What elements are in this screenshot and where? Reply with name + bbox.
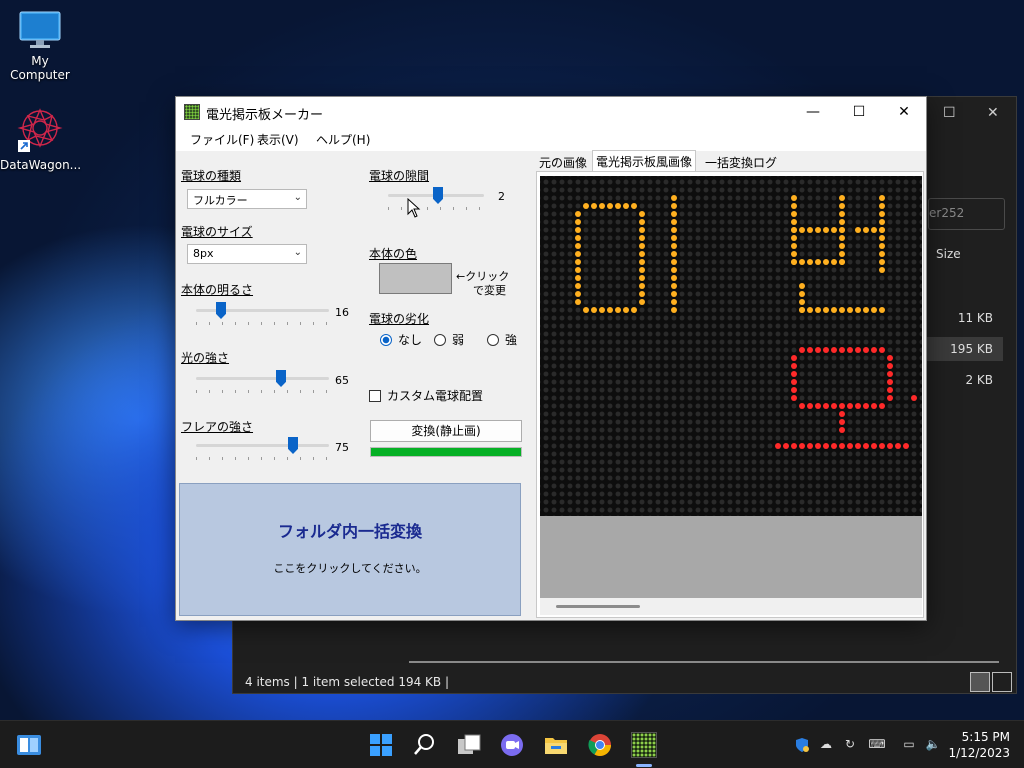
bulb-size-value: 8px bbox=[193, 247, 214, 260]
task-view-icon[interactable] bbox=[456, 732, 482, 758]
desktop-icon-label: My Computer bbox=[10, 54, 70, 82]
degrade-none-radio[interactable]: なし bbox=[380, 331, 422, 348]
brightness-value: 16 bbox=[335, 306, 349, 319]
minimize-button[interactable]: — bbox=[790, 97, 836, 127]
bulb-size-select[interactable]: 8px ⌄ bbox=[187, 244, 307, 264]
tab-led-image[interactable]: 電光掲示板風画像 bbox=[592, 150, 697, 172]
maximize-icon[interactable]: ☐ bbox=[943, 105, 956, 121]
chrome-icon[interactable] bbox=[587, 732, 613, 758]
chat-icon[interactable] bbox=[499, 732, 525, 758]
light-strength-label: 光の強さ bbox=[181, 351, 230, 365]
bulb-size-label: 電球のサイズ bbox=[181, 225, 253, 239]
security-shield-icon[interactable] bbox=[793, 737, 811, 753]
menu-help[interactable]: ヘルプ(H) bbox=[316, 131, 370, 148]
search-icon[interactable] bbox=[412, 732, 438, 758]
led-sign-maker-window[interactable]: 電光掲示板メーカー — ☐ ✕ ファイル(F) 表示(V) ヘルプ(H) 電球の… bbox=[175, 96, 927, 621]
app-icon bbox=[184, 104, 200, 120]
menu-view[interactable]: 表示(V) bbox=[257, 131, 299, 148]
tab-batch-log[interactable]: 一括変換ログ bbox=[702, 152, 780, 172]
light-strength-value: 65 bbox=[335, 374, 349, 387]
degrade-weak-radio[interactable]: 弱 bbox=[434, 331, 464, 348]
radio-selected-icon bbox=[380, 334, 392, 346]
batch-convert-hint: ここをクリックしてください。 bbox=[273, 562, 427, 575]
desktop-icon-datawagon[interactable]: DataWagon... bbox=[0, 106, 82, 172]
monitor-icon bbox=[19, 11, 61, 48]
file-explorer-icon[interactable] bbox=[543, 732, 569, 758]
active-app-indicator bbox=[636, 764, 652, 767]
onedrive-icon[interactable]: ☁ bbox=[817, 737, 835, 753]
start-icon[interactable] bbox=[368, 732, 394, 758]
body-color-swatch[interactable] bbox=[379, 263, 452, 294]
maximize-button[interactable]: ☐ bbox=[836, 97, 882, 127]
keyboard-icon[interactable]: ⌨ bbox=[868, 737, 886, 753]
degradation-label: 電球の劣化 bbox=[369, 312, 430, 326]
led-text-glyphs bbox=[575, 195, 917, 449]
datawagon-logo-icon bbox=[17, 108, 63, 152]
column-header-size[interactable]: Size bbox=[936, 247, 961, 261]
brightness-slider[interactable] bbox=[196, 302, 329, 326]
bulb-type-select[interactable]: フルカラー ⌄ bbox=[187, 189, 307, 209]
led-preview-image bbox=[540, 176, 922, 516]
bulb-gap-value: 2 bbox=[498, 190, 505, 203]
bulb-type-value: フルカラー bbox=[193, 194, 248, 207]
network-icon[interactable]: ▭ bbox=[900, 737, 918, 753]
details-view-icon[interactable] bbox=[970, 672, 990, 692]
mouse-cursor-icon bbox=[407, 198, 421, 218]
bulb-gap-label: 電球の隙間 bbox=[369, 169, 430, 183]
preview-horizontal-scrollbar[interactable] bbox=[540, 598, 922, 615]
chevron-down-icon: ⌄ bbox=[293, 247, 302, 258]
slider-thumb[interactable] bbox=[276, 370, 286, 387]
light-strength-slider[interactable] bbox=[196, 370, 329, 394]
close-button[interactable]: ✕ bbox=[881, 97, 927, 127]
horizontal-scrollbar[interactable] bbox=[409, 661, 999, 663]
batch-convert-panel[interactable]: フォルダ内一括変換 ここをクリックしてください。 bbox=[179, 483, 521, 616]
batch-convert-title: フォルダ内一括変換 bbox=[277, 522, 422, 541]
checkbox-icon bbox=[369, 390, 381, 402]
menu-bar: ファイル(F) 表示(V) ヘルプ(H) bbox=[176, 127, 926, 151]
slider-thumb[interactable] bbox=[433, 187, 443, 204]
progress-fill bbox=[371, 448, 521, 456]
chevron-down-icon: ⌄ bbox=[293, 192, 302, 203]
flare-strength-value: 75 bbox=[335, 441, 349, 454]
radio-icon bbox=[487, 334, 499, 346]
list-item[interactable]: 2 KB bbox=[925, 368, 1003, 392]
convert-still-button[interactable]: 変換(静止画) bbox=[370, 420, 522, 442]
flare-strength-label: フレアの強さ bbox=[181, 420, 254, 434]
clock-date: 1/12/2023 bbox=[948, 746, 1010, 760]
scrollbar-thumb[interactable] bbox=[556, 605, 640, 608]
custom-bulb-layout-checkbox[interactable]: カスタム電球配置 bbox=[369, 387, 483, 404]
update-icon[interactable]: ↻ bbox=[841, 737, 859, 753]
radio-icon bbox=[434, 334, 446, 346]
degrade-strong-radio[interactable]: 強 bbox=[487, 331, 517, 348]
slider-thumb[interactable] bbox=[288, 437, 298, 454]
window-title: 電光掲示板メーカー bbox=[206, 108, 324, 123]
flare-strength-slider[interactable] bbox=[196, 437, 329, 461]
taskbar: ☁ ↻ ⌨ ▭ 🔈 5:15 PM 1/12/2023 bbox=[0, 720, 1024, 768]
search-input[interactable]: er252 bbox=[928, 198, 1005, 230]
widgets-icon[interactable] bbox=[16, 732, 42, 758]
led-sign-maker-taskbar-icon[interactable] bbox=[631, 732, 657, 758]
conversion-progress-bar bbox=[370, 447, 522, 457]
list-item[interactable]: 195 KB bbox=[925, 337, 1003, 361]
tab-original-image[interactable]: 元の画像 bbox=[536, 152, 590, 172]
brightness-label: 本体の明るさ bbox=[181, 283, 254, 297]
list-item[interactable]: 11 KB bbox=[925, 306, 1003, 330]
bulb-gap-slider[interactable] bbox=[388, 187, 484, 211]
bulb-type-label: 電球の種類 bbox=[181, 169, 242, 183]
status-bar: 4 items | 1 item selected 194 KB | bbox=[245, 675, 450, 689]
desktop-icon-label: DataWagon... bbox=[0, 158, 82, 172]
desktop-icon-my-computer[interactable]: My Computer bbox=[0, 10, 80, 82]
close-icon[interactable]: ✕ bbox=[987, 105, 999, 121]
body-color-label: 本体の色 bbox=[369, 247, 418, 261]
slider-thumb[interactable] bbox=[216, 302, 226, 319]
tiles-view-icon[interactable] bbox=[992, 672, 1012, 692]
taskbar-clock[interactable]: 5:15 PM 1/12/2023 bbox=[948, 729, 1010, 761]
tab-content bbox=[536, 171, 924, 618]
preview-empty-area bbox=[540, 516, 922, 598]
clock-time: 5:15 PM bbox=[961, 730, 1010, 744]
volume-icon[interactable]: 🔈 bbox=[924, 737, 942, 753]
menu-file[interactable]: ファイル(F) bbox=[190, 131, 254, 148]
title-bar[interactable]: 電光掲示板メーカー — ☐ ✕ bbox=[176, 97, 926, 127]
color-hint-line2: で変更 bbox=[473, 284, 506, 297]
